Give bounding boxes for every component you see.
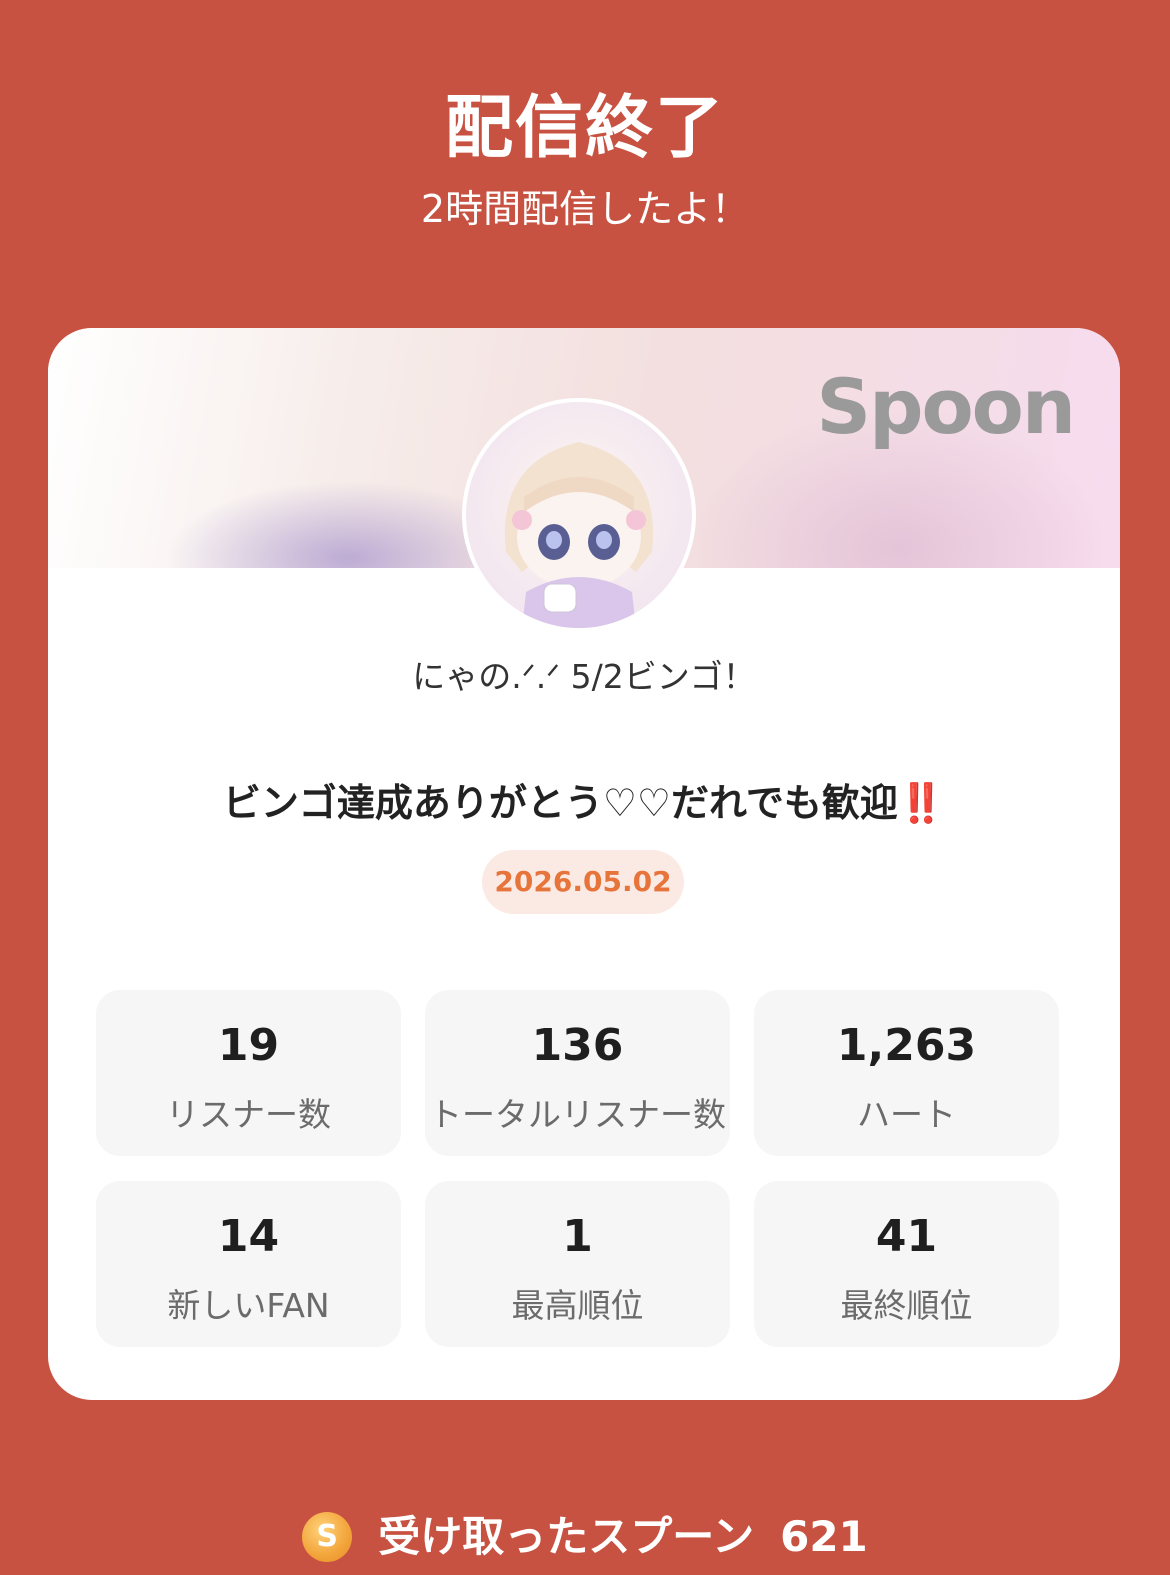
- stat-best-rank: 1 最高順位: [425, 1181, 730, 1347]
- stat-label: 最終順位: [840, 1286, 973, 1325]
- stat-listeners: 19 リスナー数: [96, 990, 401, 1156]
- live-title: ビンゴ達成ありがとう♡♡だれでも歓迎‼️: [222, 781, 946, 825]
- host-name: にゃの.ᐟ.ᐟ 5/2ビンゴ！: [412, 657, 756, 696]
- stat-value: 136: [531, 1020, 624, 1071]
- avatar-image: [466, 402, 692, 628]
- stat-value: 1: [562, 1211, 593, 1262]
- spoons-label: 受け取ったスプーン: [378, 1512, 755, 1561]
- date-badge: 2026.05.02: [482, 850, 684, 914]
- spoons-received: S 受け取ったスプーン 621: [0, 1510, 1170, 1564]
- spoon-logo: Spoon: [816, 362, 1076, 451]
- stat-final-rank: 41 最終順位: [754, 1181, 1059, 1347]
- spoon-coin-icon: S: [302, 1511, 353, 1562]
- stat-label: 新しいFAN: [167, 1286, 330, 1325]
- stat-value: 41: [875, 1211, 938, 1262]
- stat-value: 1,263: [836, 1020, 977, 1071]
- stat-value: 19: [217, 1020, 280, 1071]
- page-title: 配信終了: [444, 89, 725, 168]
- stat-label: リスナー数: [166, 1095, 331, 1134]
- stat-hearts: 1,263 ハート: [754, 990, 1059, 1156]
- stat-value: 14: [217, 1211, 280, 1262]
- summary-card: Spoon にゃの.ᐟ.ᐟ 5/2ビンゴ！ ビンゴ達成ありがとう♡♡だれでも歓迎: [48, 328, 1120, 1400]
- stat-label: トータルリスナー数: [429, 1095, 726, 1134]
- stat-total-listeners: 136 トータルリスナー数: [425, 990, 730, 1156]
- avatar[interactable]: [462, 398, 696, 632]
- stat-new-fans: 14 新しいFAN: [96, 1181, 401, 1347]
- stat-label: ハート: [857, 1095, 956, 1134]
- stat-label: 最高順位: [511, 1286, 644, 1325]
- broadcast-duration: 2時間配信したよ！: [420, 187, 750, 231]
- spoons-amount: 621: [780, 1512, 868, 1561]
